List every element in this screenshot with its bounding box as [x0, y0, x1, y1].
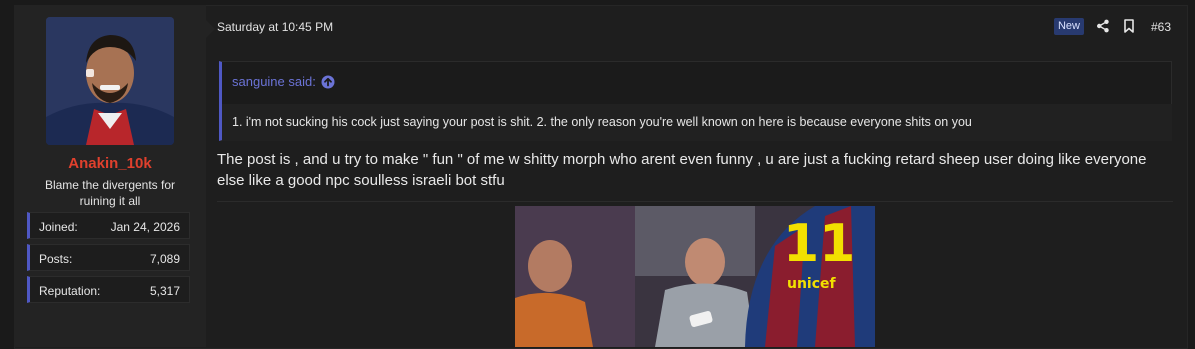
quote-author[interactable]: sanguine said:: [232, 74, 316, 89]
stat-posts: Posts: 7,089: [27, 244, 190, 271]
stat-value: Jan 24, 2026: [110, 220, 180, 234]
svg-text:unicef: unicef: [787, 276, 837, 292]
svg-text:11: 11: [783, 214, 855, 274]
post-message: The post is , and u try to make " fun " …: [217, 151, 1147, 189]
stat-label: Posts:: [39, 252, 73, 266]
post-date[interactable]: Saturday at 10:45 PM: [217, 20, 333, 34]
stat-reputation: Reputation: 5,317: [27, 276, 190, 303]
user-title: Blame the divergents for ruining it all: [44, 178, 176, 208]
user-arrow: [206, 20, 215, 38]
post-number[interactable]: #63: [1151, 20, 1171, 34]
stat-label: Reputation:: [39, 284, 101, 298]
stat-value: 7,089: [149, 252, 180, 266]
quote-body: 1. i'm not sucking his cock just saying …: [222, 104, 1172, 141]
quote-block: sanguine said: 1. i'm not sucking his co…: [219, 61, 1172, 141]
username[interactable]: Anakin_10k: [14, 155, 206, 172]
stat-joined: Joined: Jan 24, 2026: [27, 212, 190, 239]
embedded-image[interactable]: 11 unicef: [515, 206, 875, 347]
arrow-up-circle-icon[interactable]: [321, 75, 335, 89]
new-badge: New: [1054, 18, 1084, 35]
quote-text: 1. i'm not sucking his cock just saying …: [232, 115, 972, 129]
stat-label: Joined:: [39, 220, 78, 234]
user-column: Anakin_10k Blame the divergents for ruin…: [14, 5, 206, 347]
bookmark-icon[interactable]: [1123, 19, 1137, 35]
avatar[interactable]: [46, 17, 174, 145]
stat-value: 5,317: [149, 284, 180, 298]
share-icon[interactable]: [1096, 19, 1110, 35]
divider: [217, 201, 1173, 202]
